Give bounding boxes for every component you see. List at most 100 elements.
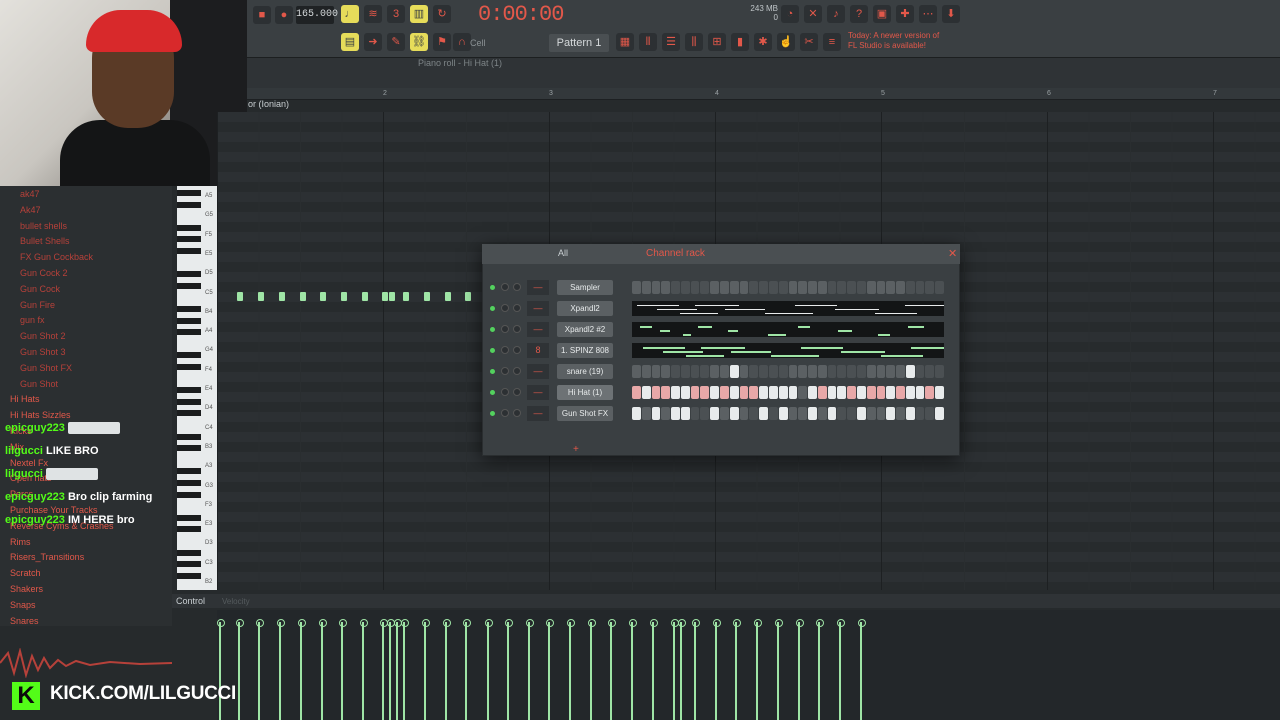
velocity-bar[interactable] [463,619,471,720]
velocity-bar[interactable] [380,619,388,720]
step-button[interactable] [768,386,778,399]
step-button[interactable] [778,407,788,420]
step-button[interactable] [641,386,651,399]
step-edit-icon[interactable]: ▥ [410,5,428,23]
browser-item[interactable]: Ak47 [20,205,41,215]
channel-name-button[interactable]: Hi Hat (1) [557,385,613,400]
cut-icon[interactable]: ✂ [800,33,818,51]
step-button[interactable] [925,386,935,399]
pan-knob[interactable] [501,283,509,291]
step-button[interactable] [817,407,827,420]
browser-item[interactable]: Hi Hats [10,394,40,404]
browser-item[interactable]: FX Gun Cockback [20,252,93,262]
scale-label[interactable]: or (Ionian) [248,99,289,109]
note[interactable] [362,292,368,301]
note[interactable] [341,292,347,301]
step-button[interactable] [739,407,749,420]
note[interactable] [300,292,306,301]
browser-item[interactable]: Gun Shot [20,379,58,389]
browser-item[interactable]: Hi Hats Sizzles [10,410,71,420]
browser-item[interactable]: Gun Cock [20,284,60,294]
step-button[interactable] [896,386,905,399]
mixer-track-slot[interactable]: 8 [527,343,549,358]
step-button[interactable] [788,281,798,294]
step-button[interactable] [935,365,944,378]
chat-username[interactable]: epicguy223 [5,491,65,503]
step-button[interactable] [915,386,925,399]
step-button[interactable] [632,386,641,399]
step-button[interactable] [700,365,710,378]
black-key[interactable] [177,329,201,336]
channel-piano-preview[interactable] [632,322,944,337]
step-button[interactable] [651,281,661,294]
chat-icon[interactable]: ⋯ [919,5,937,23]
step-button[interactable] [729,386,739,399]
news-panel[interactable]: Today: A newer version of FL Studio is a… [848,31,948,51]
chat-username[interactable]: lilgucci [5,445,43,457]
channel-mute-led[interactable] [490,411,495,416]
step-button[interactable] [837,386,847,399]
step-button[interactable] [641,407,651,420]
channel-mute-led[interactable] [490,348,495,353]
mixer-track-slot[interactable]: — [527,322,549,337]
step-sequencer-row[interactable] [632,386,944,399]
step-button[interactable] [700,386,710,399]
wait-input-icon[interactable]: ≋ [364,5,382,23]
black-key[interactable] [177,410,201,417]
step-button[interactable] [847,365,856,378]
velocity-bar[interactable] [443,619,451,720]
step-button[interactable] [847,281,856,294]
browser-item[interactable]: gun fx [20,315,45,325]
magnet-icon[interactable]: ∩ [453,33,471,51]
velocity-bar[interactable] [256,619,264,720]
velocity-bar[interactable] [298,619,306,720]
touch-icon[interactable]: ☝ [777,33,795,51]
step-button[interactable] [817,365,827,378]
record-button[interactable]: ● [275,6,293,24]
browser-item[interactable]: Shakers [10,584,43,594]
step-button[interactable] [632,407,641,420]
channel-mute-led[interactable] [490,327,495,332]
step-button[interactable] [739,281,749,294]
playlist-icon[interactable]: ▦ [616,33,634,51]
pan-knob[interactable] [501,304,509,312]
black-key[interactable] [177,352,201,359]
browser-item[interactable]: Nextel Fx [10,458,48,468]
browser-item[interactable]: ak47 [20,189,40,199]
black-key[interactable] [177,480,201,486]
velocity-bar[interactable] [608,619,616,720]
eq-icon[interactable]: ⫼ [685,33,703,51]
velocity-bar[interactable] [775,619,783,720]
chat-username[interactable]: epicguy223 [5,514,65,526]
velocity-bar[interactable] [754,619,762,720]
channel-name-button[interactable]: Xpandl2 #2 [557,322,613,337]
step-button[interactable] [632,281,641,294]
step-button[interactable] [671,407,680,420]
note[interactable] [320,292,326,301]
play-arrow-icon[interactable]: ➜ [364,33,382,51]
step-button[interactable] [700,407,710,420]
velocity-bar[interactable] [401,619,409,720]
help-icon[interactable]: ? [850,5,868,23]
step-button[interactable] [827,281,837,294]
draw-tool-icon[interactable]: ✎ [387,33,405,51]
step-button[interactable] [817,386,827,399]
step-button[interactable] [710,281,720,294]
step-button[interactable] [905,407,915,420]
step-button[interactable] [856,386,866,399]
black-key[interactable] [177,445,201,452]
mixer-track-slot[interactable]: — [527,385,549,400]
note[interactable] [445,292,451,301]
step-button[interactable] [808,281,817,294]
step-button[interactable] [641,281,651,294]
browser-item[interactable]: Gun Cock 2 [20,268,68,278]
black-key[interactable] [177,433,201,440]
step-button[interactable] [661,407,671,420]
step-button[interactable] [680,365,690,378]
mixer-track-slot[interactable]: — [527,406,549,421]
stamp-icon[interactable]: ⚑ [433,33,451,51]
browser-item[interactable]: Rims [10,537,31,547]
step-button[interactable] [896,365,905,378]
note[interactable] [403,292,409,301]
velocity-bar[interactable] [339,619,347,720]
